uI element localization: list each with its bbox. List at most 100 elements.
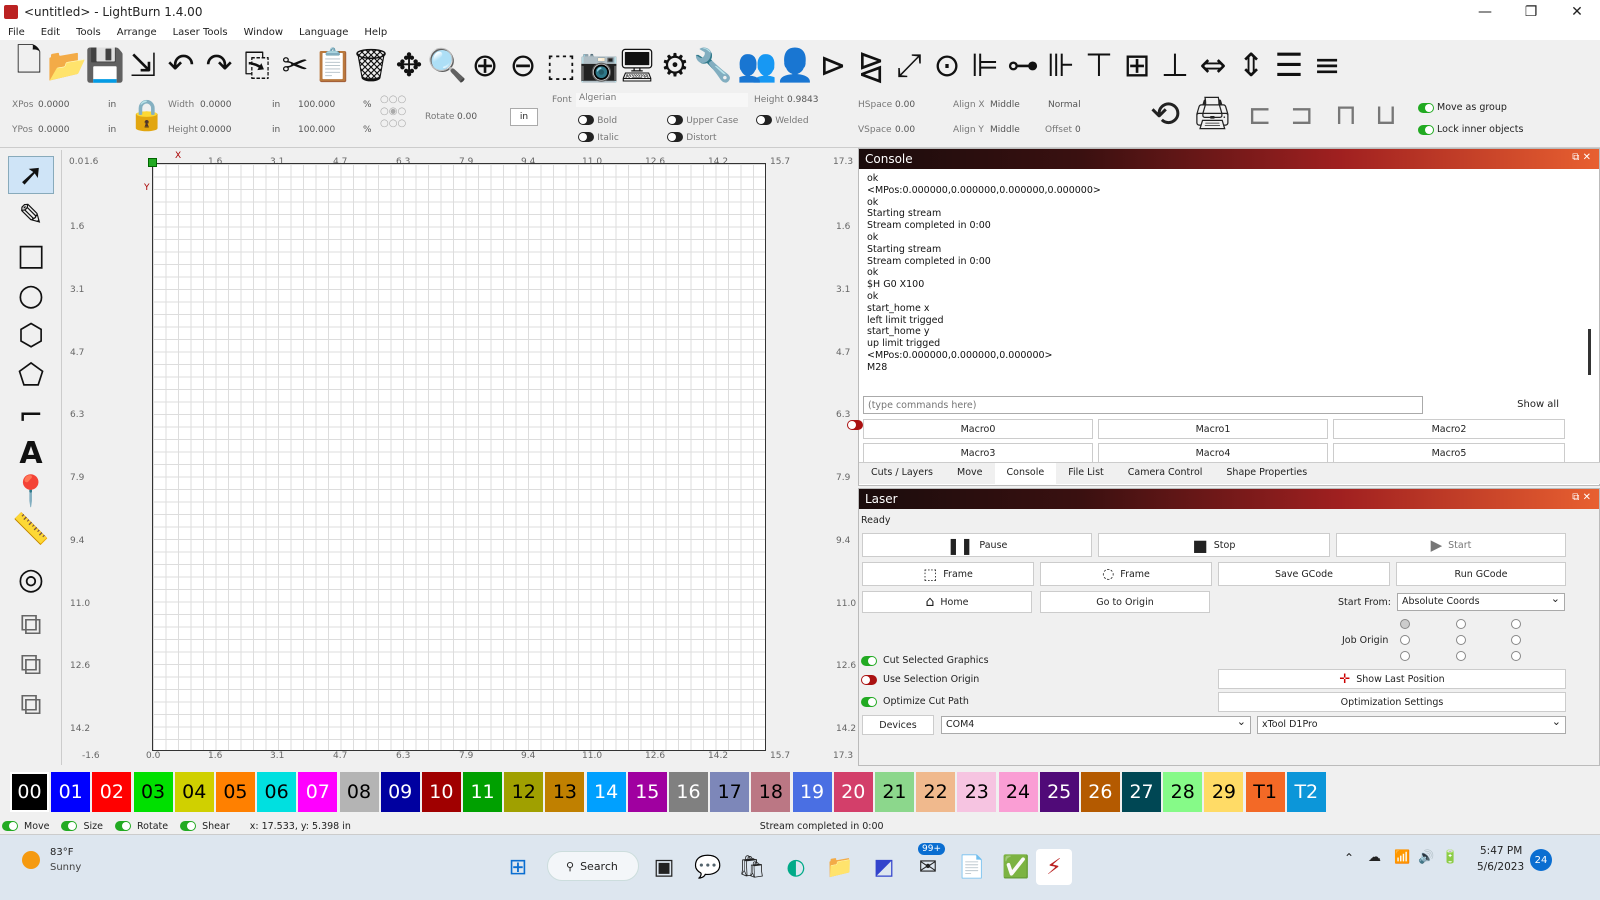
measure-ruler-icon[interactable]: 📏 bbox=[8, 510, 54, 548]
layer-color-06[interactable]: 06 bbox=[257, 772, 297, 812]
settings-gear-icon[interactable]: ⚙ bbox=[656, 44, 694, 86]
taskbar-search[interactable]: ⚲ Search bbox=[547, 851, 639, 881]
position-pin-icon[interactable]: 📍 bbox=[8, 472, 54, 510]
rotate-toggle[interactable] bbox=[115, 821, 131, 831]
cut-selected-toggle[interactable] bbox=[861, 655, 877, 666]
job-origin-radio-mr[interactable] bbox=[1511, 635, 1521, 645]
minimize-button[interactable]: — bbox=[1462, 0, 1508, 24]
offset-field[interactable]: 0 bbox=[1075, 125, 1081, 135]
go-to-origin-button[interactable]: Go to Origin bbox=[1040, 591, 1210, 613]
select-tool-icon[interactable]: ➚ bbox=[8, 156, 54, 194]
anchor-grid-icon[interactable]: ○○○ ○◉○ ○○○ bbox=[380, 94, 406, 130]
tab-cuts-layers[interactable]: Cuts / Layers bbox=[859, 463, 945, 484]
layer-color-00[interactable]: 00 bbox=[10, 772, 49, 812]
port-select[interactable]: COM4 bbox=[941, 715, 1251, 734]
italic-toggle[interactable]: Italic bbox=[578, 132, 619, 143]
boolean-subtract-icon[interactable]: ⧉ bbox=[8, 645, 54, 683]
size-toggle[interactable] bbox=[61, 821, 78, 831]
job-origin-radio-mc[interactable] bbox=[1456, 635, 1466, 645]
boolean-intersect-icon[interactable]: ⧉ bbox=[8, 685, 54, 723]
cut-icon[interactable]: ✂ bbox=[276, 44, 314, 86]
layer-color-22[interactable]: 22 bbox=[916, 772, 956, 812]
home-button[interactable]: ⌂ Home bbox=[862, 591, 1032, 613]
width-pct-field[interactable]: 100.000 bbox=[298, 100, 335, 110]
distribute-h-icon[interactable]: ⇔ bbox=[1194, 44, 1232, 86]
layer-color-11[interactable]: 11 bbox=[463, 772, 503, 812]
align-right-icon[interactable]: ⊪ bbox=[1042, 44, 1080, 86]
redo-icon[interactable]: ↷ bbox=[200, 44, 238, 86]
new-file-icon[interactable]: 🗋 bbox=[10, 41, 48, 86]
layer-color-13[interactable]: 13 bbox=[545, 772, 585, 812]
pause-button[interactable]: ❚❚ Pause bbox=[862, 533, 1092, 557]
norton-icon[interactable]: ✅ bbox=[998, 849, 1034, 885]
macro5-button[interactable]: Macro5 bbox=[1333, 443, 1565, 463]
macro1-button[interactable]: Macro1 bbox=[1098, 419, 1328, 439]
dock-bottom-icon[interactable]: ⊔ bbox=[1375, 98, 1397, 131]
layer-color-01[interactable]: 01 bbox=[51, 772, 91, 812]
unit-toggle-button[interactable]: in bbox=[510, 108, 538, 126]
xpos-field[interactable]: 0.0000 bbox=[38, 100, 70, 110]
layer-color-14[interactable]: 14 bbox=[586, 772, 626, 812]
boolean-union-icon[interactable]: ⧉ bbox=[8, 605, 54, 643]
text-tool-icon[interactable]: A bbox=[8, 434, 54, 472]
tab-shape-properties[interactable]: Shape Properties bbox=[1214, 463, 1319, 484]
macro4-button[interactable]: Macro4 bbox=[1098, 443, 1328, 463]
dock-top-icon[interactable]: ⊓ bbox=[1335, 98, 1357, 131]
align-center-icon[interactable]: ⊶ bbox=[1004, 44, 1042, 86]
layer-color-08[interactable]: 08 bbox=[339, 772, 379, 812]
lock-inner-toggle[interactable]: Lock inner objects bbox=[1418, 124, 1523, 135]
optimize-toggle[interactable] bbox=[861, 696, 877, 707]
tray-chevron-icon[interactable]: ⌃ bbox=[1344, 851, 1354, 865]
menu-laser-tools[interactable]: Laser Tools bbox=[173, 27, 228, 38]
notification-badge[interactable]: 24 bbox=[1530, 849, 1552, 871]
battery-icon[interactable]: 🔋 bbox=[1442, 850, 1458, 865]
paste-icon[interactable]: 📋 bbox=[313, 44, 353, 86]
close-button[interactable]: ✕ bbox=[1554, 0, 1600, 24]
layer-color-23[interactable]: 23 bbox=[957, 772, 997, 812]
save-icon[interactable]: 💾 bbox=[85, 44, 125, 86]
lock-icon[interactable]: 🔒 bbox=[128, 98, 165, 133]
tab-file-list[interactable]: File List bbox=[1056, 463, 1116, 484]
import-icon[interactable]: ⇲ bbox=[124, 44, 162, 86]
layer-color-16[interactable]: 16 bbox=[669, 772, 708, 812]
bold-toggle[interactable]: Bold bbox=[578, 115, 617, 126]
zoom-selection-icon[interactable]: 🔍 bbox=[427, 44, 467, 86]
welded-toggle[interactable]: Welded bbox=[756, 115, 809, 126]
job-origin-radio-bc[interactable] bbox=[1456, 651, 1466, 661]
zoom-out-icon[interactable]: ⊖ bbox=[504, 44, 542, 86]
edge-browser-icon[interactable]: ◐ bbox=[778, 849, 814, 885]
clock-date[interactable]: 5/6/2023 bbox=[1477, 861, 1524, 873]
job-origin-radio-br[interactable] bbox=[1511, 651, 1521, 661]
canvas-grid[interactable] bbox=[152, 163, 766, 751]
layer-color-27[interactable]: 27 bbox=[1122, 772, 1162, 812]
layer-color-18[interactable]: 18 bbox=[751, 772, 791, 812]
tools-wrench-icon[interactable]: 🔧 bbox=[693, 44, 733, 86]
start-from-select[interactable]: Absolute Coords bbox=[1397, 592, 1565, 611]
optimize-option[interactable]: Optimize Cut Path bbox=[861, 696, 969, 707]
job-origin-radio-tr[interactable] bbox=[1511, 619, 1521, 629]
dock-right-icon[interactable]: ⊐ bbox=[1290, 98, 1313, 131]
delete-icon[interactable]: 🗑 bbox=[351, 44, 392, 86]
hspace-field[interactable]: 0.00 bbox=[895, 100, 915, 110]
menu-file[interactable]: File bbox=[8, 27, 25, 38]
move-icon[interactable]: ✥ bbox=[390, 44, 428, 86]
layer-color-28[interactable]: 28 bbox=[1163, 772, 1203, 812]
polygon-tool-icon[interactable]: ⬡ bbox=[8, 316, 54, 354]
frame-circle-button[interactable]: ◌ Frame bbox=[1040, 562, 1212, 586]
layer-color-15[interactable]: 15 bbox=[627, 772, 667, 812]
zoom-in-icon[interactable]: ⊕ bbox=[466, 44, 504, 86]
devices-button[interactable]: Devices bbox=[862, 715, 934, 735]
job-origin-radio-tl[interactable] bbox=[1400, 619, 1410, 629]
macro3-button[interactable]: Macro3 bbox=[863, 443, 1093, 463]
distort-toggle[interactable]: Distort bbox=[667, 132, 717, 143]
ypos-field[interactable]: 0.0000 bbox=[38, 125, 70, 135]
menu-arrange[interactable]: Arrange bbox=[117, 27, 157, 38]
layer-color-10[interactable]: 10 bbox=[421, 772, 461, 812]
menu-language[interactable]: Language bbox=[299, 27, 348, 38]
clock-time[interactable]: 5:47 PM bbox=[1480, 845, 1522, 857]
rotate-field[interactable]: 0.00 bbox=[457, 112, 477, 122]
optimization-settings-button[interactable]: Optimization Settings bbox=[1218, 692, 1566, 712]
layer-color-12[interactable]: 12 bbox=[504, 772, 544, 812]
offset-shapes-icon[interactable]: ◎ bbox=[8, 560, 54, 598]
layer-color-02[interactable]: 02 bbox=[92, 772, 132, 812]
